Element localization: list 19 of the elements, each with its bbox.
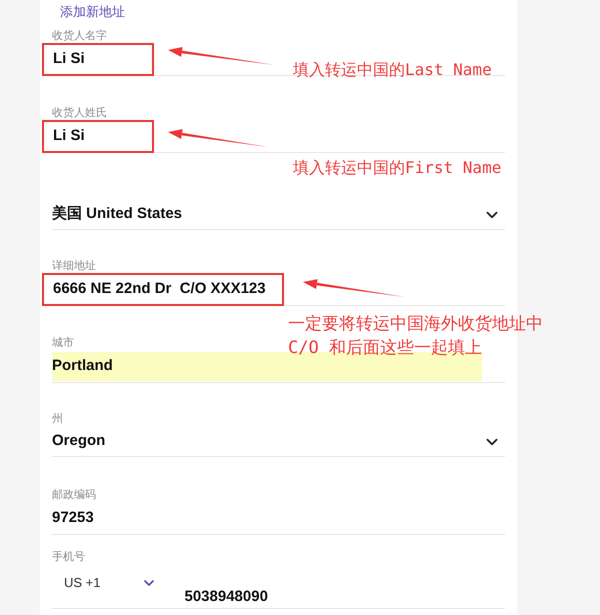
- add-address-link[interactable]: 添加新地址: [52, 3, 505, 28]
- text-field[interactable]: Li Si: [42, 43, 154, 76]
- text-field[interactable]: 97253: [52, 504, 94, 533]
- text-field[interactable]: Li Si: [42, 120, 154, 153]
- select-field[interactable]: 美国 United States: [52, 200, 505, 230]
- phone-field[interactable]: 5038948090: [184, 583, 268, 612]
- field-label: 城市: [52, 336, 74, 351]
- annotation-text: 填入转运中国的Last Name: [293, 59, 492, 81]
- field-label: 州: [52, 412, 63, 427]
- annotation-text: 一定要将转运中国海外收货地址中: [288, 313, 543, 336]
- annotation-text: 填入转运中国的First Name: [293, 157, 502, 179]
- select-field[interactable]: Oregon: [52, 427, 505, 457]
- field-label: 详细地址: [52, 259, 96, 274]
- field-label: 邮政编码: [52, 488, 96, 503]
- field-label: 手机号: [52, 550, 85, 565]
- country-code-select[interactable]: US +1: [52, 569, 156, 592]
- field-label: 收货人名字: [52, 28, 107, 44]
- field-label: 收货人姓氏: [52, 106, 107, 121]
- text-field[interactable]: 6666 NE 22nd Dr C/O XXX123: [42, 273, 284, 306]
